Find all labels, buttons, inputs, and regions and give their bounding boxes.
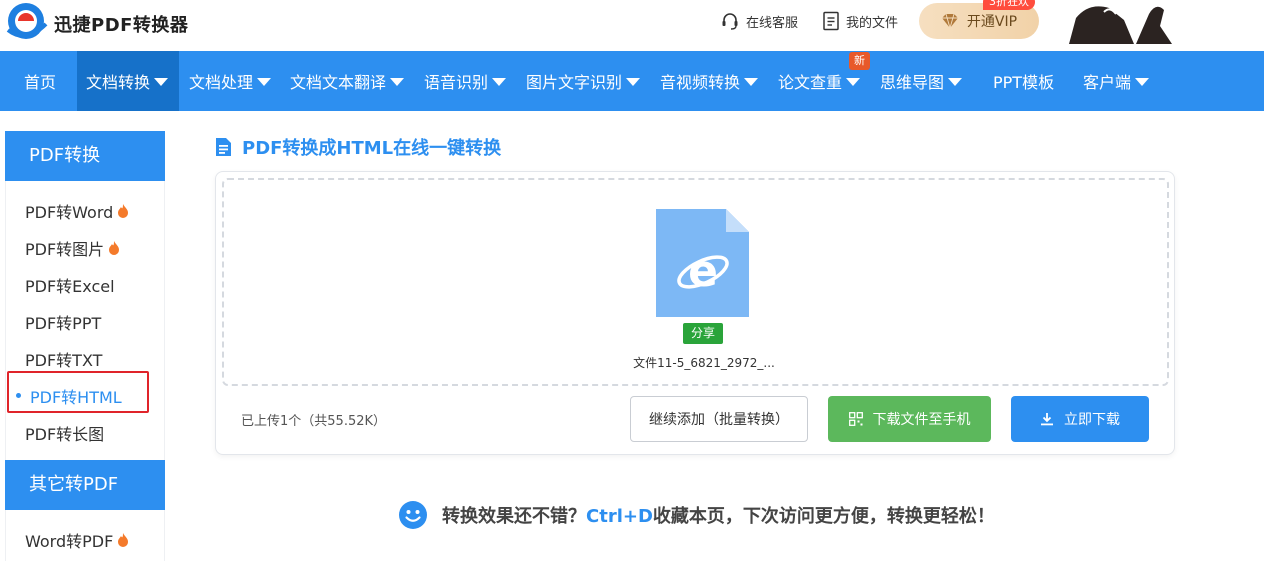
document-icon (216, 138, 231, 156)
brand-name[interactable]: 迅捷PDF转换器 (54, 11, 188, 37)
nav-client[interactable]: 客户端 (1083, 51, 1150, 111)
share-button[interactable]: 分享 (683, 323, 723, 344)
page-title-text: PDF转换成HTML在线一键转换 (242, 138, 502, 159)
new-badge: 新 (849, 52, 870, 70)
online-service-label: 在线客服 (746, 15, 799, 31)
chevron-down-icon (390, 78, 405, 86)
chevron-down-icon (1135, 78, 1150, 86)
download-to-phone-button[interactable]: 下载文件至手机 (828, 396, 991, 442)
qr-code-icon (848, 412, 863, 426)
promo-prefix: 转换效果还不错？ (442, 506, 586, 527)
my-files-link[interactable]: 我的文件 (822, 11, 898, 31)
chevron-down-icon (846, 78, 861, 86)
sidebar-item-word-to-pdf[interactable]: Word转PDF (25, 528, 129, 552)
promo-hotkey: Ctrl+D (586, 506, 653, 527)
sidebar-item-pdf-to-txt[interactable]: PDF转TXT (25, 347, 102, 371)
fire-icon (118, 533, 129, 547)
nav-document-convert[interactable]: 文档转换 (77, 51, 179, 111)
nav-mindmap[interactable]: 思维导图 (880, 51, 963, 111)
vip-label: 开通VIP (966, 14, 1018, 30)
main-nav: 首页 文档转换 文档处理 文档文本翻译 语音识别 图片文字识别 音视频转换 论文… (0, 51, 1264, 111)
ie-file-icon[interactable]: e (656, 209, 749, 317)
continue-add-button[interactable]: 继续添加（批量转换） (630, 396, 808, 442)
page-title: PDF转换成HTML在线一键转换 (215, 134, 501, 160)
smile-icon (399, 501, 427, 529)
vip-promo-badge: 3折狂欢 (983, 0, 1035, 10)
chevron-down-icon (948, 78, 963, 86)
fire-icon (109, 241, 120, 255)
bookmark-promo: 转换效果还不错？Ctrl+D收藏本页，下次访问更方便，转换更轻松！ (398, 500, 995, 530)
file-drop-zone[interactable]: e 分享 文件11-5_6821_2972_... (222, 178, 1169, 386)
top-header: 迅捷PDF转换器 在线客服 我的文件 开通VIP 3折狂欢 (0, 0, 1264, 51)
file-name: 文件11-5_6821_2972_... (633, 356, 775, 370)
nav-translate[interactable]: 文档文本翻译 (290, 51, 405, 111)
online-service-link[interactable]: 在线客服 (720, 11, 798, 31)
my-files-label: 我的文件 (846, 15, 899, 31)
download-icon (1041, 413, 1053, 426)
sidebar-item-pdf-to-image[interactable]: PDF转图片 (25, 236, 120, 260)
logo-icon[interactable] (4, 0, 48, 44)
download-now-button[interactable]: 立即下载 (1011, 396, 1149, 442)
nav-ppt-template[interactable]: PPT模板 (993, 51, 1054, 111)
chevron-down-icon (626, 78, 641, 86)
upload-info: 已上传1个（共55.52K） (241, 414, 387, 429)
nav-ocr[interactable]: 图片文字识别 (526, 51, 641, 111)
nav-home[interactable]: 首页 (24, 51, 56, 111)
sidebar-item-pdf-to-ppt[interactable]: PDF转PPT (25, 310, 101, 334)
sidebar-group-pdf-convert: PDF转换 (5, 131, 165, 181)
chevron-down-icon (154, 78, 169, 86)
nav-plagiarism[interactable]: 论文查重 (778, 51, 861, 111)
mascot-illustration (1069, 6, 1172, 44)
sidebar-group-other-to-pdf: 其它转PDF (5, 460, 165, 510)
diamond-icon (941, 13, 958, 29)
document-icon (823, 11, 839, 31)
highlight-box (7, 371, 149, 413)
sidebar-item-pdf-to-long-image[interactable]: PDF转长图 (25, 421, 104, 445)
svg-text:e: e (688, 246, 718, 297)
nav-document-process[interactable]: 文档处理 (189, 51, 272, 111)
fire-icon (118, 204, 129, 218)
sidebar-item-pdf-to-word[interactable]: PDF转Word (25, 199, 129, 223)
convert-panel: e 分享 文件11-5_6821_2972_... 已上传1个（共55.52K）… (215, 171, 1175, 455)
chevron-down-icon (744, 78, 759, 86)
promo-suffix: 收藏本页，下次访问更方便，转换更轻松！ (652, 506, 995, 527)
chevron-down-icon (257, 78, 272, 86)
nav-av-convert[interactable]: 音视频转换 (660, 51, 759, 111)
nav-speech[interactable]: 语音识别 (424, 51, 507, 111)
sidebar-item-pdf-to-excel[interactable]: PDF转Excel (25, 273, 115, 297)
chevron-down-icon (492, 78, 507, 86)
headset-icon (722, 13, 738, 30)
